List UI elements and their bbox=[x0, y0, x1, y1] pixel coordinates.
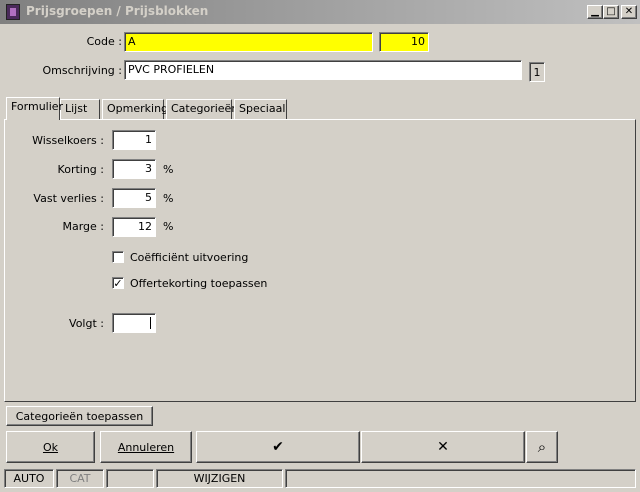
tab-opmerking[interactable]: Opmerking bbox=[102, 99, 168, 119]
coefficient-checkbox[interactable] bbox=[112, 251, 124, 263]
tab-formulier[interactable]: Formulier bbox=[6, 97, 63, 120]
ok-button-label: Ok bbox=[42, 441, 59, 454]
cross-icon: ✕ bbox=[437, 439, 449, 455]
omschrijving-label: Omschrijving : bbox=[42, 64, 122, 77]
status-cat: CAT bbox=[56, 469, 104, 488]
marge-label: Marge : bbox=[62, 220, 104, 233]
tab-lijst[interactable]: Lijst bbox=[60, 99, 100, 119]
status-empty-2 bbox=[285, 469, 636, 488]
annuleren-button-label: Annuleren bbox=[117, 441, 175, 454]
text-cursor bbox=[150, 317, 151, 329]
categorieen-toepassen-button[interactable]: Categorieën toepassen bbox=[6, 406, 153, 426]
code-input[interactable]: A bbox=[124, 32, 373, 52]
status-mode: WIJZIGEN bbox=[156, 469, 283, 488]
window-title: Prijsgroepen / Prijsblokken bbox=[26, 4, 209, 18]
binoculars-icon: ⌕ bbox=[537, 438, 547, 456]
tab-speciaal[interactable]: Speciaal bbox=[234, 99, 287, 119]
minimize-button[interactable]: ▁ bbox=[587, 5, 603, 19]
maximize-button[interactable]: □ bbox=[603, 5, 619, 19]
code-number-input[interactable]: 10 bbox=[379, 32, 429, 52]
omschrijving-input[interactable]: PVC PROFIELEN bbox=[124, 60, 522, 80]
korting-input[interactable]: 3 bbox=[112, 159, 156, 179]
offertekorting-checkbox[interactable]: ✓ bbox=[112, 277, 124, 289]
vast-verlies-input[interactable]: 5 bbox=[112, 188, 156, 208]
tab-categorieen[interactable]: Categorieën bbox=[166, 99, 238, 119]
language-badge[interactable]: 1 bbox=[529, 62, 545, 82]
marge-input[interactable]: 12 bbox=[112, 217, 156, 237]
wisselkoers-input[interactable]: 1 bbox=[112, 130, 156, 150]
volgt-input[interactable] bbox=[112, 313, 156, 333]
korting-label: Korting : bbox=[57, 163, 104, 176]
checkmark-icon: ✔ bbox=[272, 439, 284, 455]
app-icon bbox=[6, 4, 20, 20]
korting-unit: % bbox=[163, 163, 174, 176]
ok-button[interactable]: Ok bbox=[6, 431, 95, 463]
vast-verlies-label: Vast verlies : bbox=[33, 192, 104, 205]
code-label: Code : bbox=[86, 35, 122, 48]
offertekorting-label: Offertekorting toepassen bbox=[130, 277, 268, 290]
coefficient-label: Coëfficiënt uitvoering bbox=[130, 251, 249, 264]
confirm-button[interactable]: ✔ bbox=[196, 431, 360, 463]
status-empty-1 bbox=[106, 469, 154, 488]
close-button[interactable]: ✕ bbox=[621, 5, 637, 19]
marge-unit: % bbox=[163, 220, 174, 233]
annuleren-button[interactable]: Annuleren bbox=[100, 431, 192, 463]
status-auto: AUTO bbox=[4, 469, 54, 488]
search-button[interactable]: ⌕ bbox=[526, 431, 558, 463]
volgt-label: Volgt : bbox=[69, 317, 104, 330]
formulier-panel bbox=[4, 119, 636, 402]
cancel-x-button[interactable]: ✕ bbox=[361, 431, 525, 463]
vast-verlies-unit: % bbox=[163, 192, 174, 205]
wisselkoers-label: Wisselkoers : bbox=[32, 134, 104, 147]
